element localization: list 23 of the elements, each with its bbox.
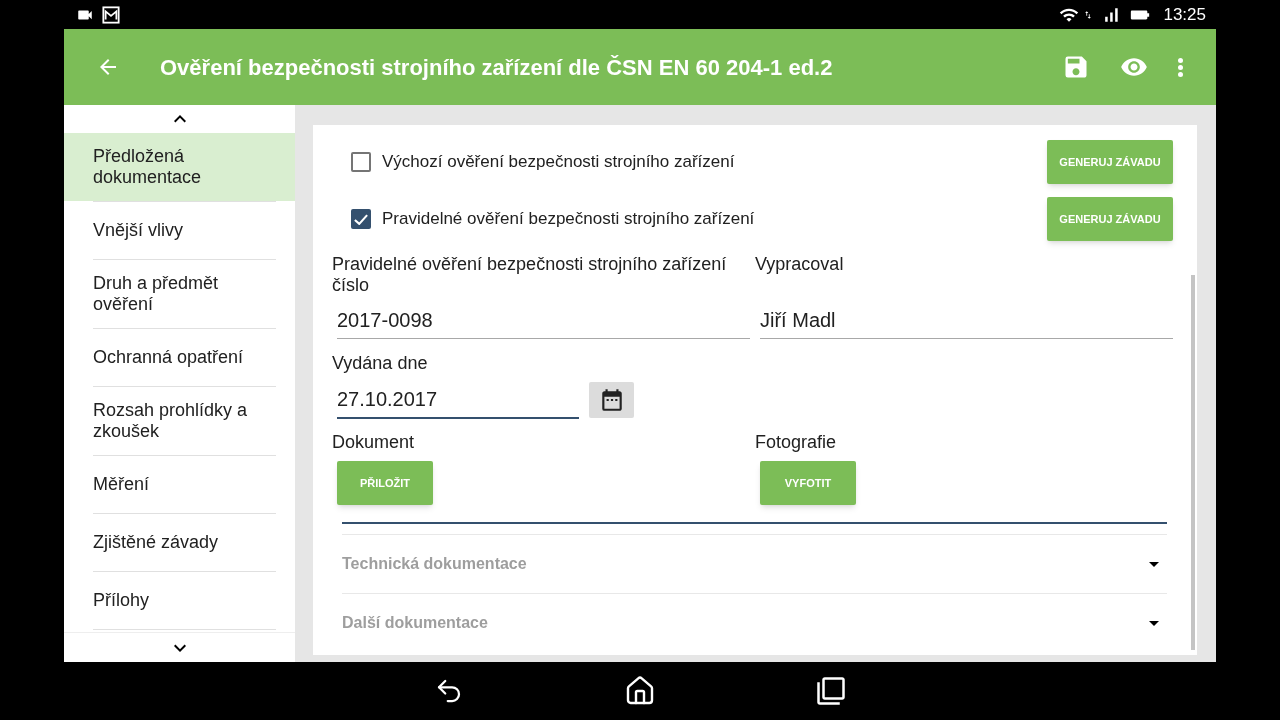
checkbox[interactable] [351, 209, 371, 229]
text-input[interactable]: Jiří Madl [760, 303, 1173, 339]
dropdown-caret-icon [1149, 561, 1159, 567]
recent-apps-icon[interactable] [816, 676, 846, 706]
text-input[interactable]: 2017-0098 [337, 303, 750, 339]
date-input[interactable]: 27.10.2017 [337, 382, 579, 419]
clock-time: 13:25 [1163, 3, 1206, 26]
sidebar-item[interactable]: Předložená dokumentace [64, 133, 295, 201]
more-icon [1177, 57, 1183, 77]
field-label: Vypracoval [755, 254, 845, 276]
checkbox-label: Výchozí ověření bezpečnosti strojního zařízení [382, 151, 735, 174]
dropdown-caret-icon [1149, 620, 1159, 626]
checkbox[interactable] [351, 152, 371, 172]
app-title: Ověření bezpečnosti strojního zařízení dle ČSN EN 60 204-1 ed.2 [160, 53, 833, 82]
field-label: Pravidelné ověření bezpečnosti strojního zařízení číslo [332, 254, 728, 296]
checkbox-label: Pravidelné ověření bezpečnosti strojního zařízení [382, 208, 755, 231]
field-label: Vydána dne [332, 353, 428, 374]
mail-icon [102, 5, 120, 24]
calendar-button[interactable] [589, 382, 634, 418]
field-label: Dokument [332, 432, 415, 453]
home-icon[interactable] [624, 675, 656, 707]
field-label: Fotografie [755, 432, 837, 453]
check-icon [354, 213, 368, 225]
